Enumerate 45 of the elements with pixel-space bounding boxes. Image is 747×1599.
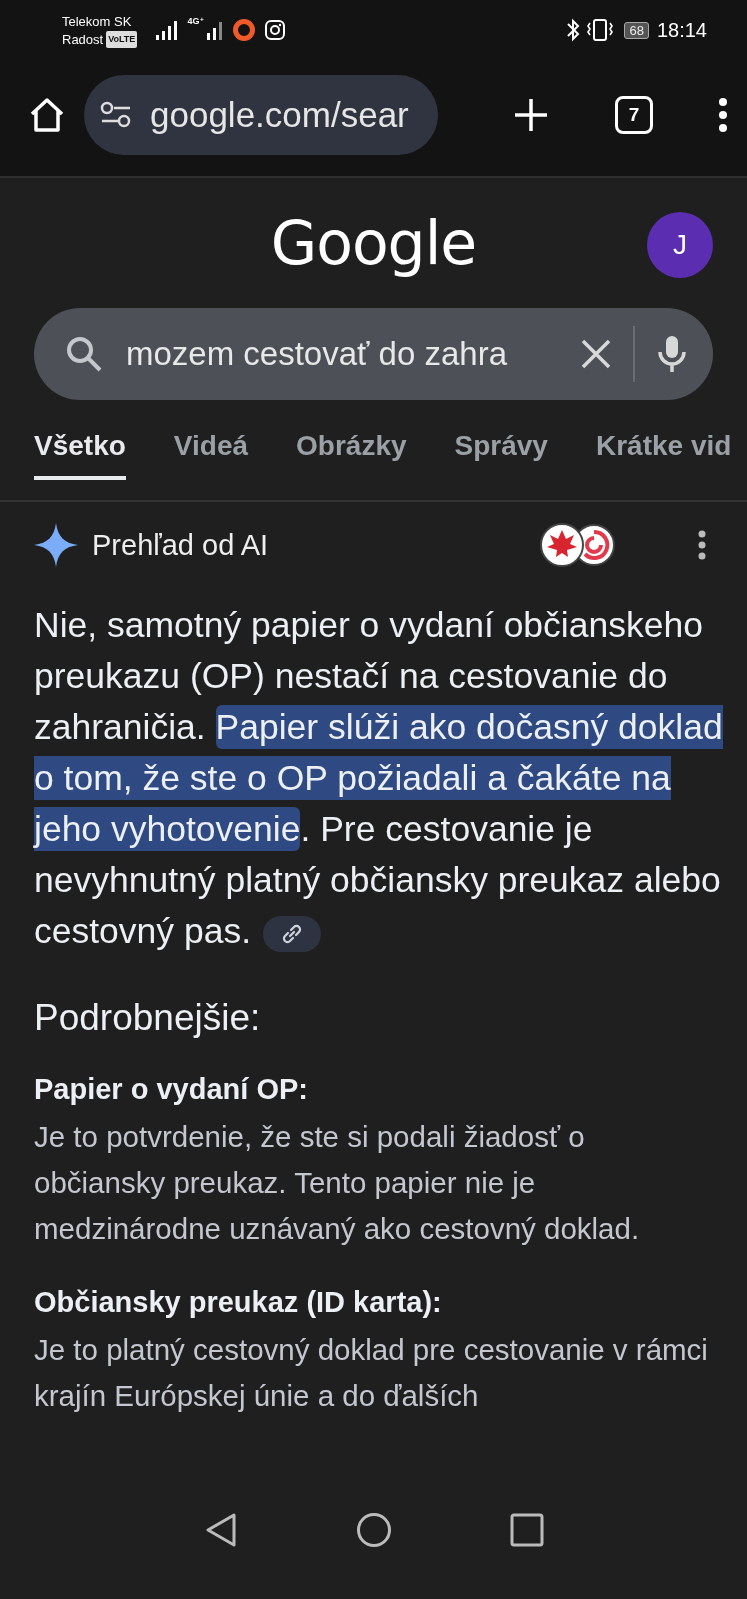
clear-button[interactable] <box>581 339 611 369</box>
bluetooth-icon <box>566 18 581 42</box>
details-heading: Podrobnejšie: <box>34 997 262 1039</box>
section-heading: Papier o vydaní OP: <box>34 1073 309 1106</box>
tune-icon <box>100 101 132 129</box>
ai-overview-title: Prehľad od AI <box>92 528 270 562</box>
volte-badge: VoLTE <box>106 30 138 48</box>
url-text: google.com/sear <box>150 95 409 135</box>
search-tab[interactable]: Videá <box>173 408 249 480</box>
signal-icon <box>206 19 225 41</box>
ring-icon <box>232 18 257 42</box>
carrier-name: Radost <box>62 30 104 48</box>
home-button[interactable] <box>28 96 66 134</box>
search-tab[interactable]: Krátke vid <box>595 408 732 480</box>
carrier-name: Telekom SK <box>62 12 133 30</box>
more-options-icon[interactable] <box>697 530 707 560</box>
section-text: Je to platný cestovný doklad pre cestovanie v rámci krajín Európskej únie a do ďalších <box>34 1332 709 1414</box>
search-tab[interactable]: Správy <box>454 408 548 480</box>
search-tab[interactable]: Obrázky <box>296 408 407 480</box>
section-text: Je to potvrdenie, že ste si podali žiadosť o občiansky preukaz. Tento papier nie je medzinárodne uznávaný ako cestovný doklad. <box>34 1119 641 1247</box>
link-icon <box>281 922 304 945</box>
vibrate-icon <box>586 18 615 42</box>
ai-answer: Nie, samotný papier o vydaní občianskeho preukazu (OP) nestačí na cestovanie do zahraničia. Papier slúži ako dočasný doklad o tom, že ste o OP požiadali a čakáte na jeho vyhotovenie. Pre cestovanie je nevyhnutný platný občiansky preukaz alebo cestovný pas. <box>34 604 723 954</box>
signal-icon <box>155 19 180 41</box>
menu-button[interactable] <box>717 97 729 133</box>
recents-button[interactable] <box>509 1513 544 1547</box>
link-chip[interactable] <box>263 915 322 952</box>
home-nav-button[interactable] <box>355 1512 392 1548</box>
battery-level: 68 <box>624 21 649 39</box>
address-bar[interactable]: google.com/sear <box>84 75 438 155</box>
search-field[interactable]: mozem cestovať do zahra <box>34 308 713 400</box>
google-logo: Google <box>270 208 477 278</box>
camera-icon <box>264 19 287 41</box>
section-heading: Občiansky preukaz (ID karta): <box>34 1286 443 1319</box>
search-icon <box>64 334 104 374</box>
microphone-button[interactable] <box>657 334 687 374</box>
source-logos-icon[interactable] <box>539 522 617 568</box>
sparkle-icon <box>34 523 78 567</box>
clock: 18:14 <box>656 18 707 42</box>
tab-switcher[interactable]: 7 <box>615 96 653 134</box>
search-tab[interactable]: Všetko <box>34 408 126 480</box>
new-tab-button[interactable] <box>513 97 549 133</box>
search-query: mozem cestovať do zahra <box>126 335 509 373</box>
avatar[interactable]: J <box>647 212 713 278</box>
network-type: 4G⁺ <box>187 16 205 26</box>
